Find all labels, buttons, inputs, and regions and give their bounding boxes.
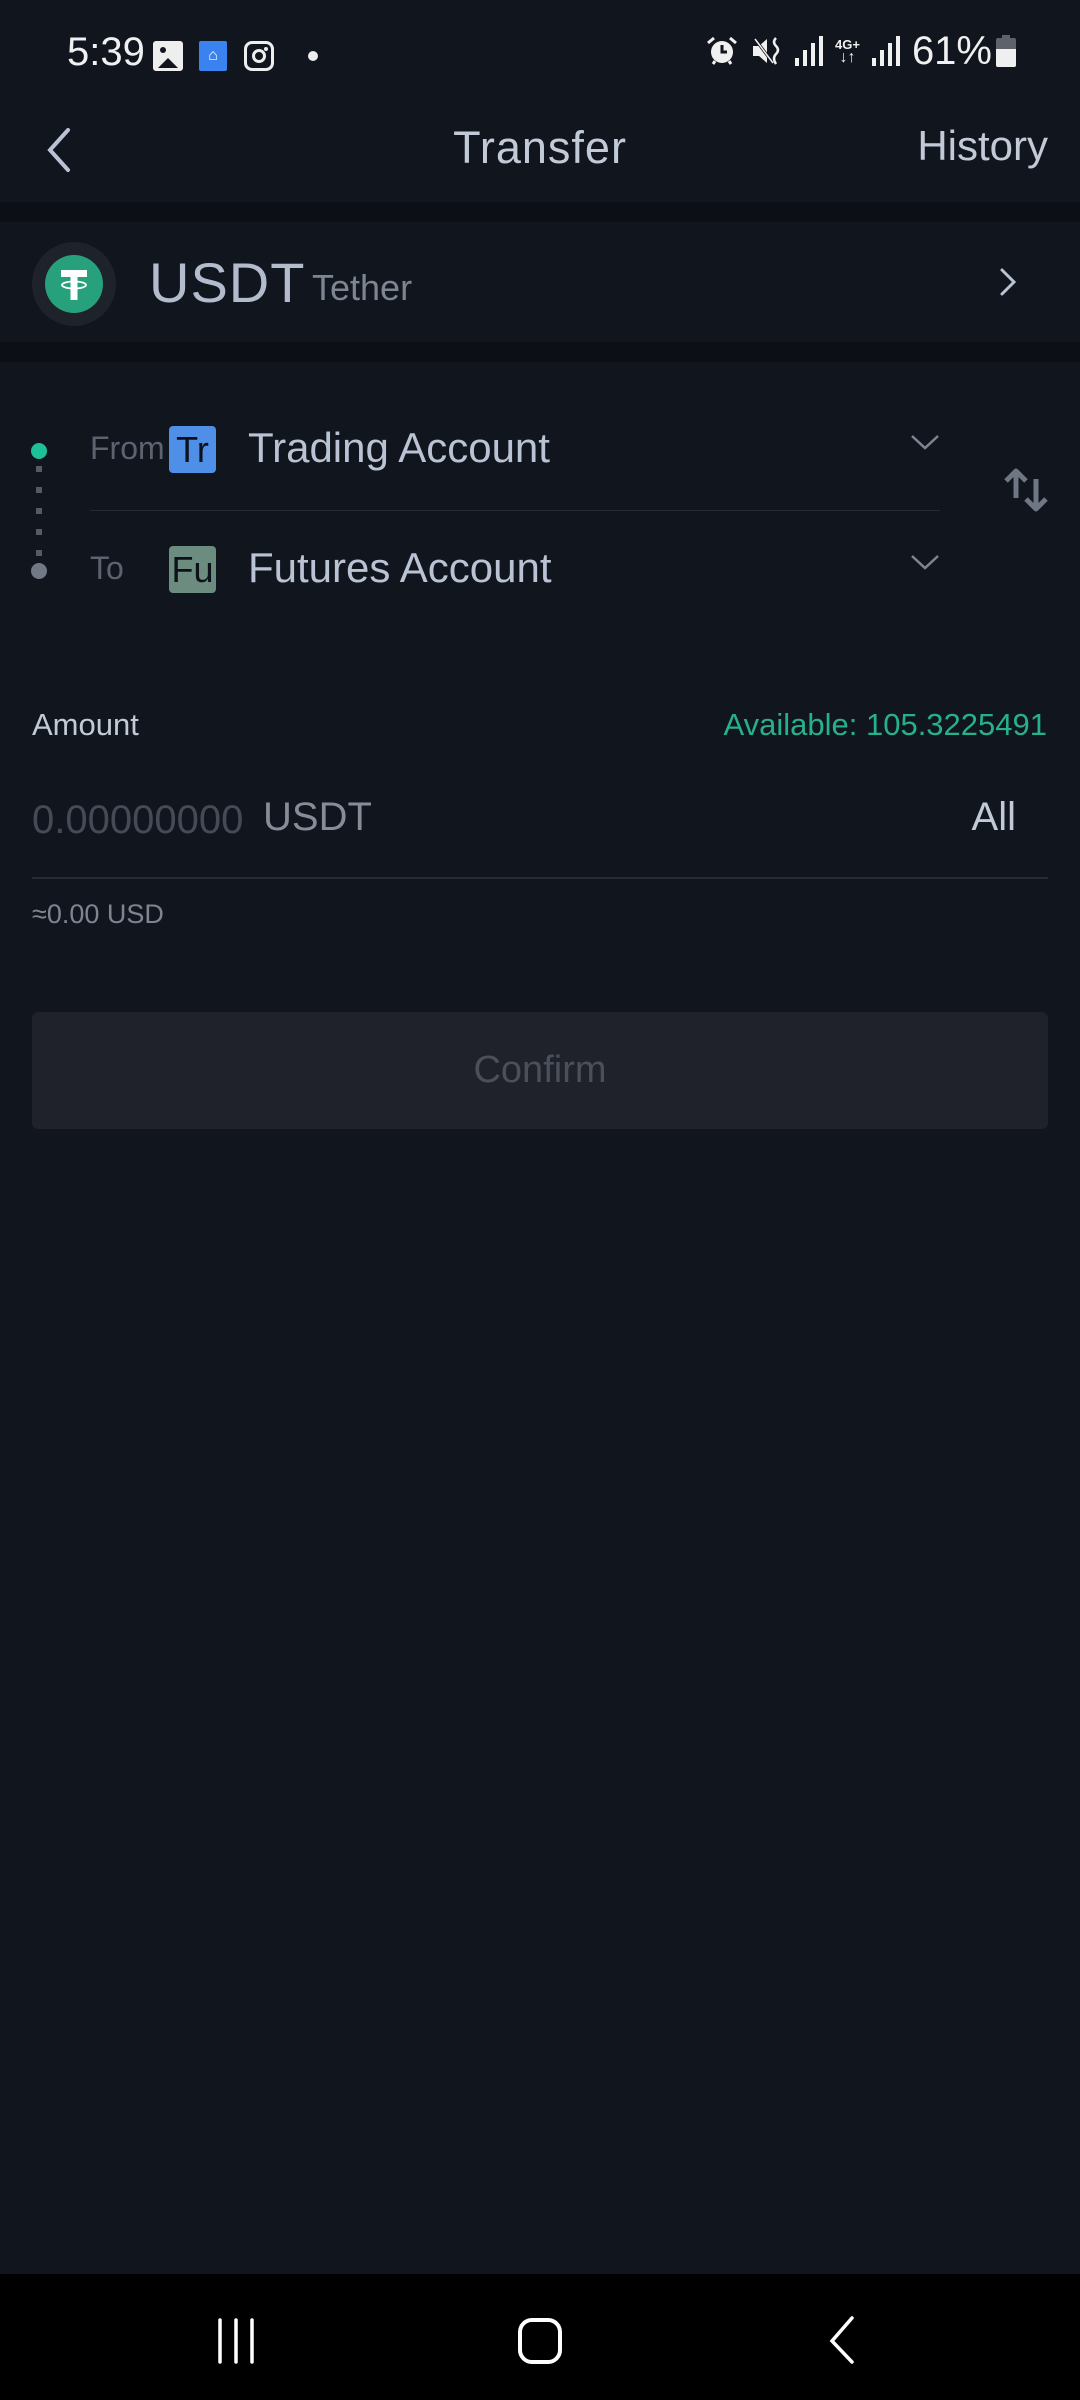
amount-field: USDT All — [32, 780, 1048, 876]
genie-lamp-app-icon: ⌂ — [199, 41, 227, 71]
usd-equivalent: ≈0.00 USD — [32, 899, 164, 929]
amount-input[interactable] — [32, 790, 262, 850]
battery-icon — [996, 35, 1016, 67]
accounts-divider — [90, 510, 940, 511]
more-notifications-dot-icon — [308, 51, 318, 61]
section-divider — [0, 342, 1080, 362]
swap-arrows-icon — [1004, 468, 1048, 512]
to-label: To — [90, 550, 124, 586]
signal-icon — [795, 36, 823, 66]
amount-label: Amount — [32, 707, 139, 742]
app-header: Transfer History — [0, 100, 1080, 202]
system-nav-bar — [0, 2274, 1080, 2400]
back-arrow-icon — [829, 2316, 854, 2364]
futures-account-badge-icon: Fu — [169, 546, 216, 593]
from-label: From — [90, 430, 165, 466]
gallery-icon — [153, 41, 183, 71]
vibrate-mute-icon — [753, 37, 780, 65]
alarm-icon — [707, 36, 737, 65]
from-account-dropdown[interactable]: From Tr Trading Account — [90, 394, 940, 504]
section-divider — [0, 202, 1080, 222]
chevron-down-icon — [911, 435, 939, 450]
trading-account-badge-icon: Tr — [169, 426, 216, 473]
home-icon — [518, 2318, 562, 2364]
swap-accounts-button[interactable] — [1000, 466, 1050, 516]
4g-plus-data-icon: 4G+ ↓↑ — [835, 37, 860, 66]
chevron-down-icon — [911, 555, 939, 570]
history-button[interactable]: History — [917, 122, 1048, 170]
recents-button[interactable] — [214, 2310, 258, 2366]
tether-logo-icon — [45, 255, 103, 313]
to-account-dropdown[interactable]: To Fu Futures Account — [90, 514, 940, 624]
transfer-accounts: From Tr Trading Account To Fu Futures Ac… — [0, 362, 1080, 662]
status-time: 5:39 — [67, 30, 145, 74]
status-bar: 5:39 ⌂ 4G+ ↓↑ 61% — [0, 0, 1080, 100]
amount-underline — [32, 877, 1048, 879]
from-indicator-dot — [31, 443, 47, 459]
coin-selector[interactable]: USDT Tether — [0, 222, 1080, 342]
system-status-icons: 4G+ ↓↑ 61% — [705, 28, 1016, 74]
system-back-button[interactable] — [826, 2310, 858, 2366]
route-dotted-line — [36, 466, 42, 556]
home-button[interactable] — [516, 2310, 564, 2366]
confirm-button[interactable]: Confirm — [32, 1012, 1048, 1129]
coin-symbol: USDT — [149, 251, 306, 314]
all-button[interactable]: All — [972, 795, 1016, 840]
to-account-name: Futures Account — [248, 544, 552, 591]
coin-logo-ring — [32, 242, 116, 326]
to-indicator-dot — [31, 563, 47, 579]
battery-percent: 61% — [911, 28, 992, 73]
coin-name: Tether — [312, 267, 413, 308]
amount-unit: USDT — [263, 795, 372, 839]
signal-icon — [871, 36, 900, 66]
recents-icon — [218, 2318, 254, 2364]
instagram-icon — [244, 41, 274, 71]
chevron-right-icon — [1000, 268, 1017, 296]
available-balance: Available: 105.3225491 — [723, 707, 1048, 742]
from-account-name: Trading Account — [248, 424, 550, 471]
